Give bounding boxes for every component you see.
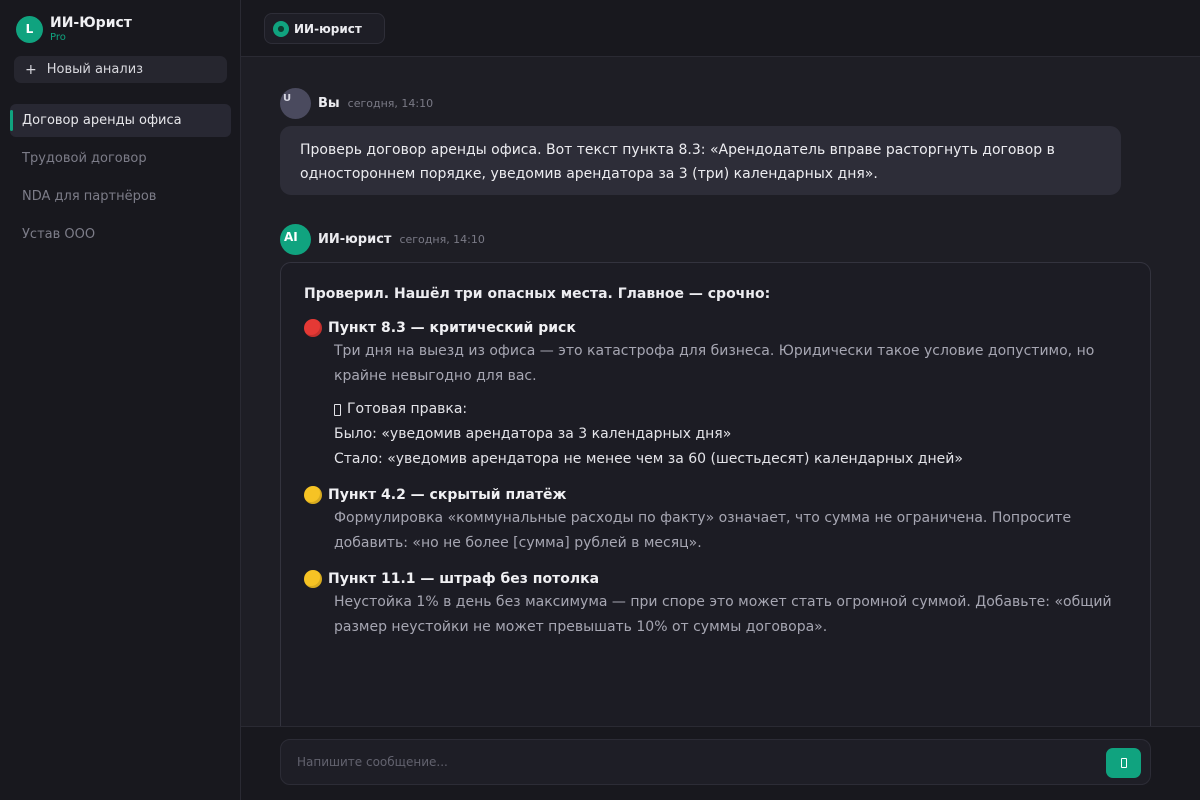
yellow-circle-icon	[304, 486, 322, 504]
fix-label-text: Готовая правка:	[347, 401, 468, 417]
red-circle-icon	[304, 319, 322, 337]
issue-body: Формулировка «коммунальные расходы по фа…	[334, 510, 1072, 551]
sidebar-item-employment-contract[interactable]: Трудовой договор	[10, 142, 231, 175]
issue-body: Три дня на выезд из офиса — это катастро…	[334, 343, 1095, 384]
send-button[interactable]	[1106, 748, 1141, 778]
fix-block: Готовая правка: Было: «уведомив арендато…	[334, 397, 1127, 472]
sidebar-item-label: Трудовой договор	[22, 151, 147, 166]
issue-title-text: Пункт 4.2 — скрытый платёж	[328, 487, 567, 503]
issue-item: Пункт 8.3 — критический риск Три дня на …	[304, 317, 1127, 472]
brand-plan-badge: Pro	[50, 32, 66, 43]
top-bar: ● ИИ-юрист	[241, 0, 1200, 57]
fix-now: Стало: «уведомив арендатора не менее чем…	[334, 451, 963, 467]
issue-title-text: Пункт 11.1 — штраф без потолка	[328, 571, 600, 587]
ai-badge-icon: ●	[273, 20, 289, 37]
issue-title-text: Пункт 8.3 — критический риск	[328, 320, 576, 336]
sidebar-item-label: Устав ООО	[22, 227, 96, 242]
ai-intro: Проверил. Нашёл три опасных места. Главн…	[304, 286, 771, 302]
composer	[280, 739, 1151, 785]
plus-icon: +	[25, 61, 37, 78]
ai-timestamp: сегодня, 14:10	[399, 233, 485, 246]
sidebar-item-nda[interactable]: NDA для партнёров	[10, 180, 231, 213]
ai-message-card: Проверил. Нашёл три опасных места. Главн…	[280, 262, 1151, 726]
model-selector[interactable]: ● ИИ-юрист	[264, 13, 385, 44]
new-analysis-label: Новый анализ	[46, 62, 144, 77]
yellow-circle-icon	[304, 570, 322, 588]
user-message-bubble: Проверь договор аренды офиса. Вот текст …	[280, 126, 1121, 195]
sidebar-item-label: NDA для партнёров	[22, 189, 157, 204]
brand-text: ИИ-Юрист Pro	[50, 14, 132, 44]
ai-avatar: AI	[280, 224, 311, 255]
issue-body: Неустойка 1% в день без максимума — при …	[334, 594, 1112, 635]
fix-label: Готовая правка:	[334, 397, 1127, 422]
chat-area: U Вы сегодня, 14:10 Проверь договор арен…	[241, 57, 1200, 726]
send-icon	[1120, 758, 1127, 768]
sidebar-item-office-lease[interactable]: Договор аренды офиса	[10, 104, 231, 137]
issue-title: Пункт 8.3 — критический риск	[304, 317, 1127, 339]
issue-title: Пункт 4.2 — скрытый платёж	[304, 484, 1127, 506]
fix-was: Было: «уведомив арендатора за 3 календар…	[334, 426, 732, 442]
message-input[interactable]	[297, 740, 1077, 784]
conversation-list: Договор аренды офиса Трудовой договор ND…	[10, 104, 231, 256]
user-message-header: U Вы сегодня, 14:10	[280, 88, 433, 119]
user-timestamp: сегодня, 14:10	[347, 97, 434, 110]
issue-title: Пункт 11.1 — штраф без потолка	[304, 568, 1127, 590]
ai-author: ИИ-юрист	[318, 232, 392, 247]
ai-message-header: AI ИИ-юрист сегодня, 14:10	[280, 224, 485, 255]
sidebar: L ИИ-Юрист Pro + Новый анализ Договор ар…	[0, 0, 241, 800]
brand-name: ИИ-Юрист	[50, 15, 132, 31]
edit-icon	[334, 403, 341, 416]
user-avatar: U	[280, 88, 311, 119]
brand-logo-icon: L	[16, 15, 43, 43]
composer-area	[241, 726, 1200, 800]
brand: L ИИ-Юрист Pro	[16, 14, 132, 44]
new-analysis-button[interactable]: + Новый анализ	[14, 56, 227, 83]
user-author: Вы	[318, 96, 340, 111]
issue-item: Пункт 11.1 — штраф без потолка Неустойка…	[304, 568, 1127, 640]
model-label: ИИ-юрист	[294, 21, 362, 36]
issue-item: Пункт 4.2 — скрытый платёж Формулировка …	[304, 484, 1127, 556]
sidebar-item-charter[interactable]: Устав ООО	[10, 218, 231, 251]
sidebar-item-label: Договор аренды офиса	[22, 113, 182, 128]
